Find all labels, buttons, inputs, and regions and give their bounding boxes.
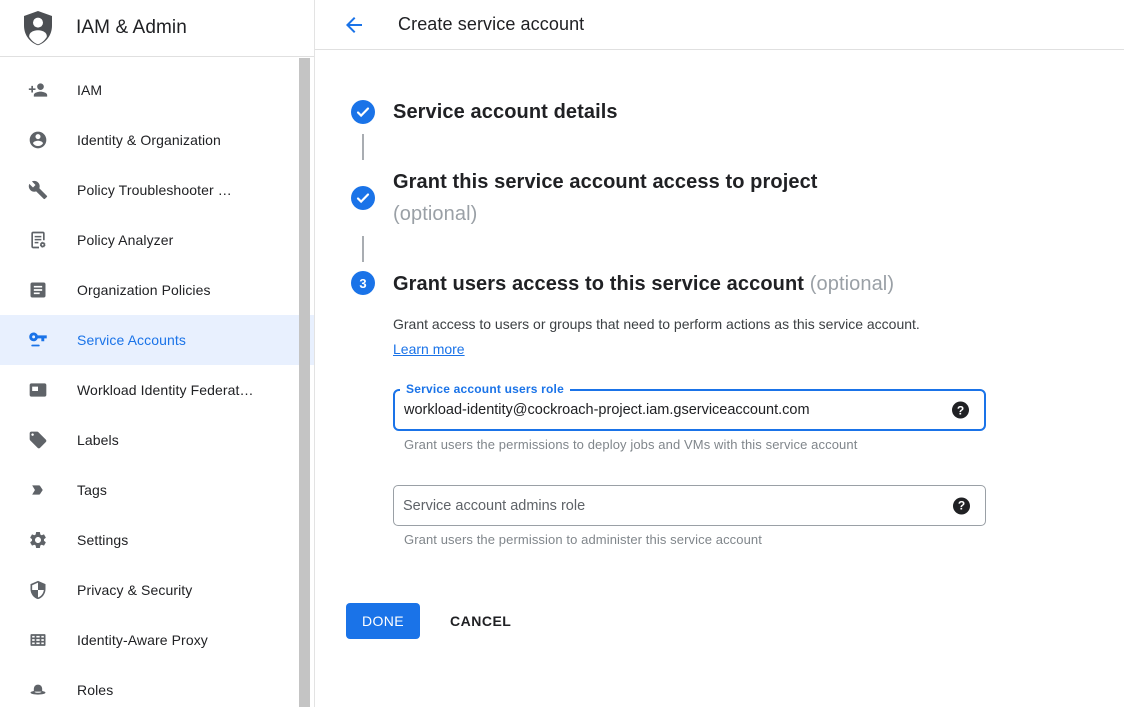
admins-role-field-block: ? Grant users the permission to administ… <box>393 485 986 547</box>
sidebar: IAM & Admin IAM Identity & Organization … <box>0 0 315 707</box>
sidebar-item-label: Identity & Organization <box>77 132 221 148</box>
wrench-icon <box>28 180 48 200</box>
sidebar-item-roles[interactable]: Roles <box>0 665 314 707</box>
sidebar-item-policy-troubleshooter[interactable]: Policy Troubleshooter … <box>0 165 314 215</box>
step-3-title: Grant users access to this service accou… <box>393 268 986 300</box>
proxy-grid-icon <box>28 630 48 650</box>
iam-admin-shield-icon <box>17 7 59 49</box>
document-gear-icon <box>28 230 48 250</box>
learn-more-link[interactable]: Learn more <box>393 341 465 357</box>
article-icon <box>28 280 48 300</box>
hat-icon <box>28 680 48 700</box>
sidebar-item-label: IAM <box>77 82 102 98</box>
sidebar-item-label: Service Accounts <box>77 332 186 348</box>
label-arrow-icon <box>28 480 48 500</box>
sidebar-item-labels[interactable]: Labels <box>0 415 314 465</box>
sidebar-item-identity-aware-proxy[interactable]: Identity-Aware Proxy <box>0 615 314 665</box>
sidebar-item-label: Privacy & Security <box>77 582 192 598</box>
sidebar-item-label: Roles <box>77 682 113 698</box>
step-actions: DONE CANCEL <box>346 603 986 639</box>
service-account-key-icon <box>28 330 48 350</box>
scrollbar-thumb[interactable] <box>299 58 310 707</box>
admins-role-field: ? <box>393 485 986 526</box>
step-2-optional-label: (optional) <box>393 198 818 230</box>
step-3-optional-label: (optional) <box>810 273 894 295</box>
step-2-check-icon <box>351 186 375 210</box>
sidebar-item-label: Settings <box>77 532 128 548</box>
step-3-description: Grant access to users or groups that nee… <box>393 312 945 362</box>
step-connector <box>362 134 364 160</box>
sidebar-item-workload-identity-federation[interactable]: Workload Identity Federat… <box>0 365 314 415</box>
step-3-description-text: Grant access to users or groups that nee… <box>393 316 920 332</box>
main-panel: Create service account Service account d… <box>315 0 1124 707</box>
admins-role-input[interactable] <box>394 498 985 514</box>
gear-icon <box>28 530 48 550</box>
step-3-number-badge: 3 <box>351 271 375 295</box>
app-window: IAM & Admin IAM Identity & Organization … <box>0 0 1124 707</box>
price-tag-icon <box>28 430 48 450</box>
sidebar-nav: IAM Identity & Organization Policy Troub… <box>0 57 314 707</box>
sidebar-item-label: Policy Troubleshooter … <box>77 182 232 198</box>
sidebar-item-service-accounts[interactable]: Service Accounts <box>0 315 314 365</box>
sidebar-item-privacy-security[interactable]: Privacy & Security <box>0 565 314 615</box>
sidebar-item-organization-policies[interactable]: Organization Policies <box>0 265 314 315</box>
step-1-title: Service account details <box>393 96 618 128</box>
sidebar-item-label: Identity-Aware Proxy <box>77 632 208 648</box>
step-connector <box>362 236 364 262</box>
users-role-helper-text: Grant users the permissions to deploy jo… <box>404 437 986 452</box>
sidebar-item-label: Labels <box>77 432 119 448</box>
product-title: IAM & Admin <box>76 17 187 39</box>
shield-half-icon <box>28 580 48 600</box>
step-2-grant-access-to-project[interactable]: Grant this service account access to pro… <box>351 166 1124 230</box>
page-title: Create service account <box>398 14 584 35</box>
arrow-back-icon <box>342 13 366 37</box>
back-button[interactable] <box>342 13 366 37</box>
product-header: IAM & Admin <box>0 0 314 57</box>
step-2-title: Grant this service account access to pro… <box>393 166 818 230</box>
sidebar-item-tags[interactable]: Tags <box>0 465 314 515</box>
step-3-title-text: Grant users access to this service accou… <box>393 273 804 295</box>
stepper: Service account details Grant this servi… <box>315 50 1124 639</box>
step-3-grant-users-access: 3 Grant users access to this service acc… <box>351 268 1124 639</box>
sidebar-item-label: Policy Analyzer <box>77 232 173 248</box>
sidebar-item-label: Tags <box>77 482 107 498</box>
sidebar-item-settings[interactable]: Settings <box>0 515 314 565</box>
sidebar-scrollbar[interactable] <box>299 58 312 707</box>
users-role-label: Service account users role <box>400 382 570 396</box>
sidebar-item-policy-analyzer[interactable]: Policy Analyzer <box>0 215 314 265</box>
id-card-icon <box>28 380 48 400</box>
users-role-field-block: Service account users role ? Grant users… <box>393 389 986 452</box>
step-1-service-account-details[interactable]: Service account details <box>351 96 1124 128</box>
users-role-input[interactable] <box>395 402 984 418</box>
sidebar-item-iam[interactable]: IAM <box>0 65 314 115</box>
admins-role-helper-text: Grant users the permission to administer… <box>404 532 986 547</box>
person-add-icon <box>28 80 48 100</box>
sidebar-item-identity-organization[interactable]: Identity & Organization <box>0 115 314 165</box>
step-1-check-icon <box>351 100 375 124</box>
done-button[interactable]: DONE <box>346 603 420 639</box>
page-header: Create service account <box>315 0 1124 50</box>
account-circle-icon <box>28 130 48 150</box>
sidebar-item-label: Workload Identity Federat… <box>77 382 254 398</box>
users-role-field: Service account users role ? <box>393 389 986 431</box>
step-2-title-text: Grant this service account access to pro… <box>393 171 818 193</box>
sidebar-item-label: Organization Policies <box>77 282 211 298</box>
help-icon[interactable]: ? <box>953 497 970 514</box>
cancel-button[interactable]: CANCEL <box>450 613 511 629</box>
help-icon[interactable]: ? <box>952 402 969 419</box>
